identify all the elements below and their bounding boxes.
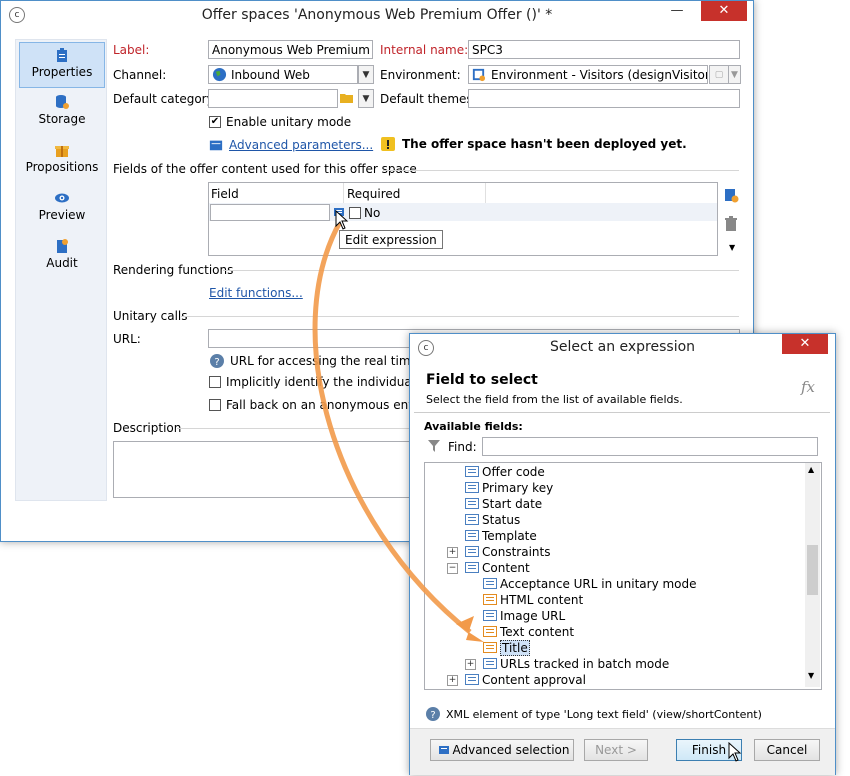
annotation-arrow bbox=[312, 220, 484, 642]
mouse-cursor-icon bbox=[728, 742, 742, 762]
mouse-cursor-icon bbox=[335, 210, 349, 230]
